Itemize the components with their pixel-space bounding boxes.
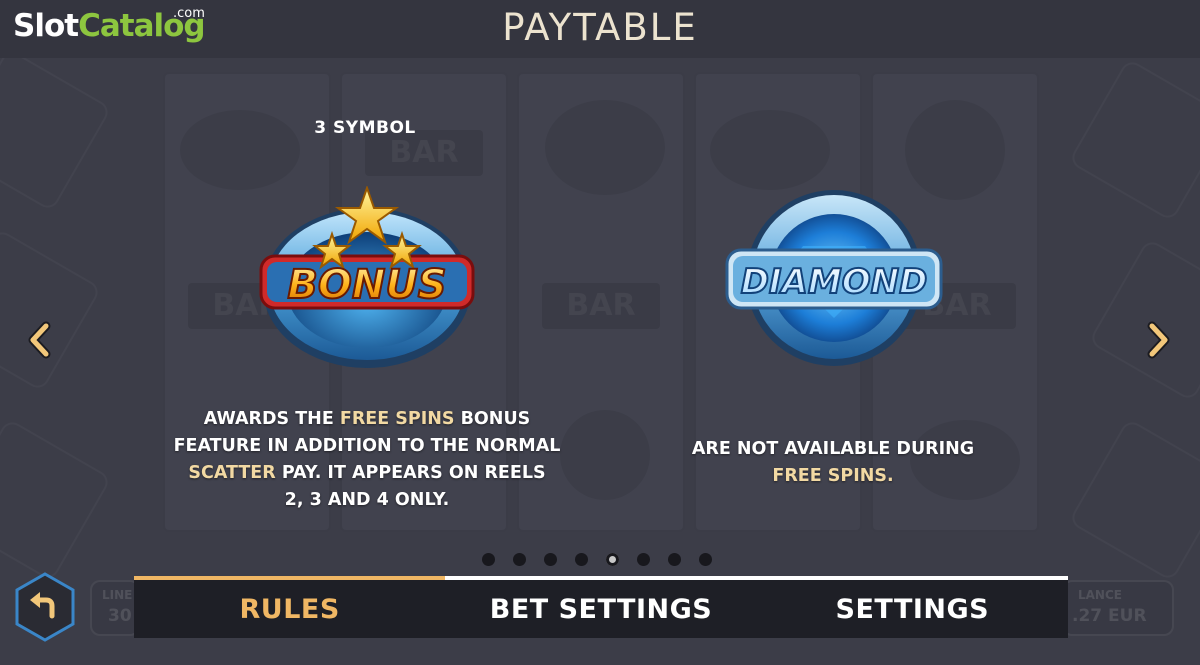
bonus-description: AWARDS THE FREE SPINS BONUS FEATURE IN A… — [160, 406, 574, 514]
tab-indicator — [445, 576, 757, 580]
bonus-desc-scatter: SCATTER — [188, 463, 276, 483]
diamond-description: ARE NOT AVAILABLE DURING FREE SPINS. — [660, 436, 1006, 490]
tab-active-indicator — [134, 576, 446, 580]
page-dot[interactable] — [575, 553, 588, 566]
tab-bet-settings-label: BET SETTINGS — [489, 593, 713, 625]
tab-rules-label: RULES — [239, 593, 340, 625]
tab-rules[interactable]: RULES — [134, 576, 446, 638]
bonus-count-label: 3 SYMBOL — [314, 118, 416, 138]
page-dot[interactable] — [606, 553, 619, 566]
bonus-desc-line1a: AWARDS THE — [203, 409, 340, 429]
back-button[interactable] — [14, 572, 76, 642]
page-dot[interactable] — [699, 553, 712, 566]
tab-settings-label: SETTINGS — [835, 593, 990, 625]
tab-settings[interactable]: SETTINGS — [756, 576, 1068, 638]
balance-value: .27 EUR — [1072, 606, 1147, 626]
bonus-desc-line1c: BONUS — [454, 409, 531, 429]
bonus-symbol-icon: BONUS — [259, 186, 475, 368]
page-dot[interactable] — [668, 553, 681, 566]
prev-page-button[interactable] — [20, 318, 60, 362]
lines-label: LINE — [102, 588, 133, 602]
lines-box: LINE 30 — [90, 580, 140, 636]
diamond-badge-text: DIAMOND — [741, 262, 928, 302]
page-dot[interactable] — [513, 553, 526, 566]
balance-box: LANCE .27 EUR — [1062, 580, 1174, 636]
bottom-tab-bar: RULES BET SETTINGS SETTINGS — [134, 576, 1068, 638]
page-title: PAYTABLE — [502, 6, 698, 49]
ghost-bar-label: BAR — [542, 283, 660, 329]
chevron-right-icon — [1147, 321, 1170, 359]
tab-bet-settings[interactable]: BET SETTINGS — [445, 576, 757, 638]
bonus-desc-line3b: PAY. IT APPEARS ON REELS — [275, 463, 546, 483]
tab-indicator — [756, 576, 1068, 580]
diamond-desc-line1: ARE NOT AVAILABLE DURING — [691, 439, 975, 459]
diamond-symbol-icon: DIAMOND — [725, 190, 943, 366]
bonus-desc-line4: 2, 3 AND 4 ONLY. — [284, 490, 450, 510]
page-indicator — [482, 553, 712, 566]
balance-label: LANCE — [1078, 588, 1122, 602]
bonus-badge-text: BONUS — [287, 262, 446, 308]
lines-value: 30 — [108, 606, 132, 626]
chevron-left-icon — [28, 321, 51, 359]
bonus-desc-free-spins: FREE SPINS — [339, 409, 455, 429]
page-dot[interactable] — [637, 553, 650, 566]
page-dot[interactable] — [482, 553, 495, 566]
next-page-button[interactable] — [1138, 318, 1178, 362]
diamond-desc-free-spins: FREE SPINS. — [772, 466, 894, 486]
header-bar: SlotCatalog .com PAYTABLE — [0, 0, 1200, 58]
bonus-desc-line2: FEATURE IN ADDITION TO THE NORMAL — [173, 436, 561, 456]
page-dot[interactable] — [544, 553, 557, 566]
